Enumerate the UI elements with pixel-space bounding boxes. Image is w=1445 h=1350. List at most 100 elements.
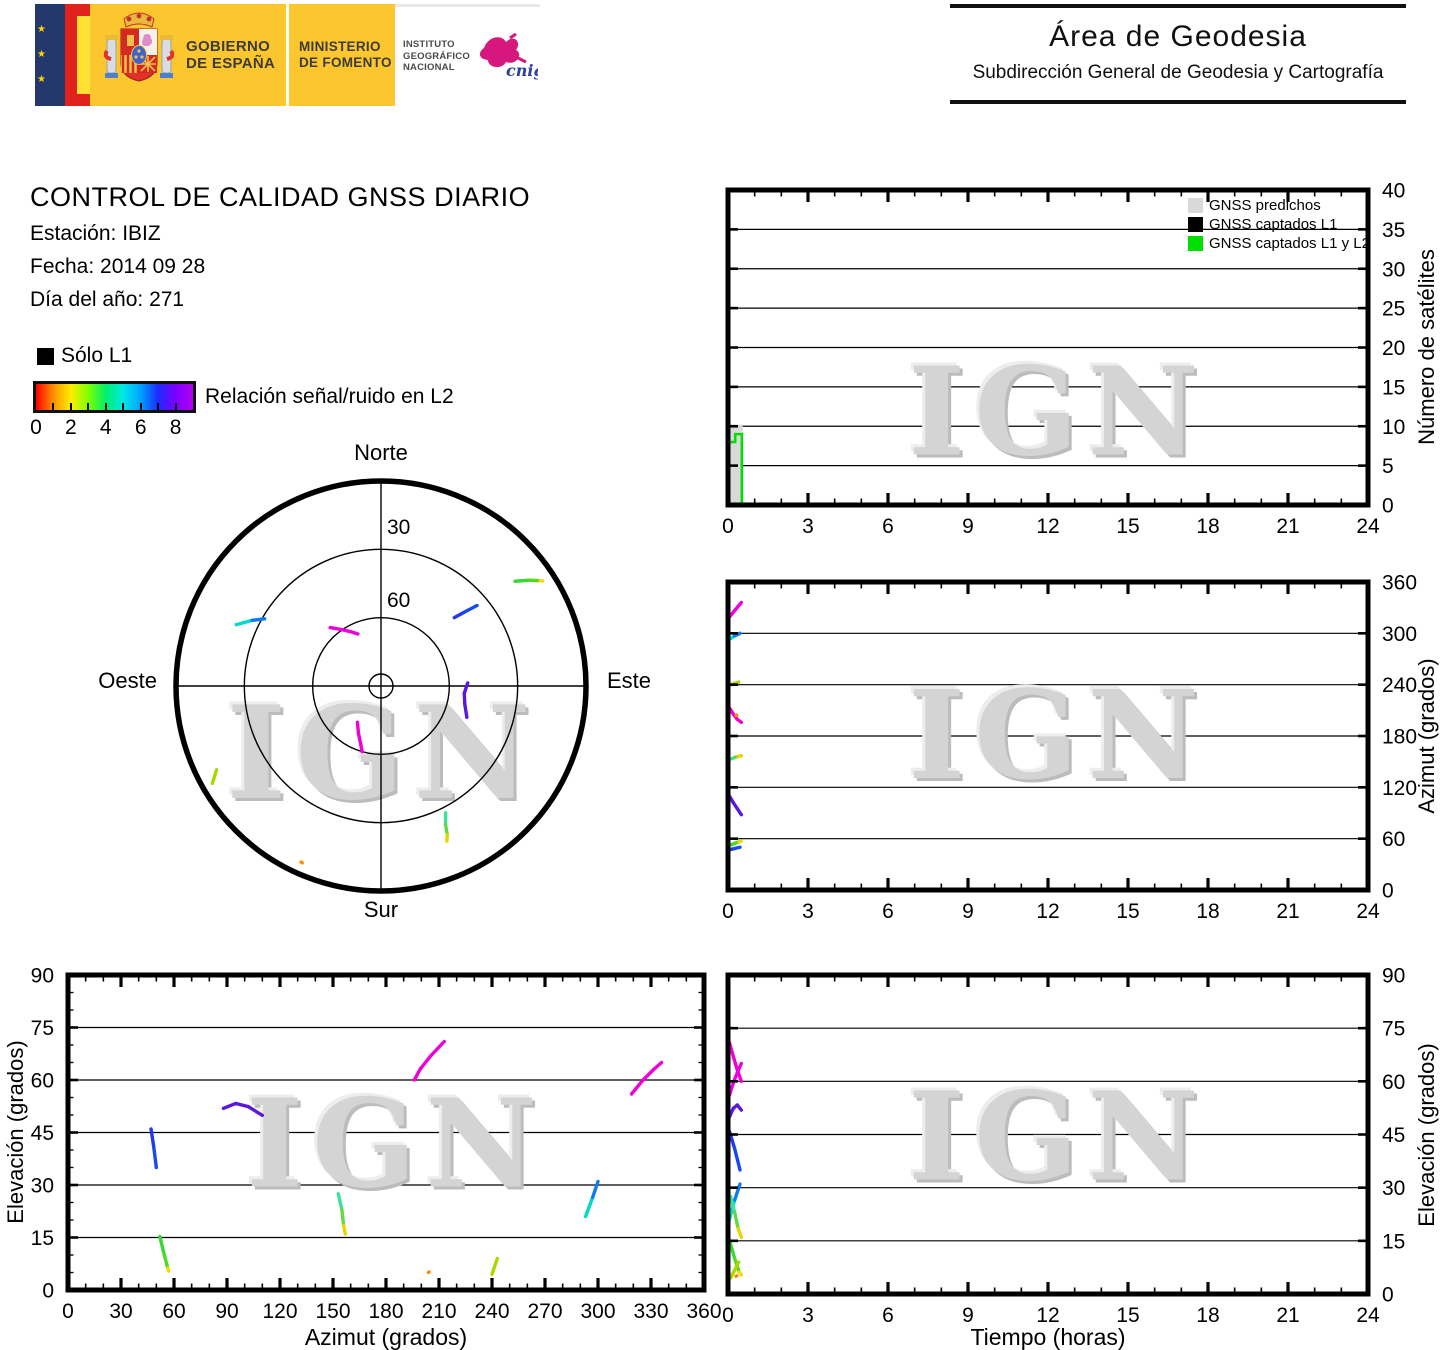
station-line: Estación: IBIZ — [30, 222, 161, 246]
ign-watermark: IGN — [908, 1065, 1208, 1209]
date-line: Fecha: 2014 09 28 — [30, 255, 205, 279]
x-tick-label: 15 — [1116, 1304, 1139, 1327]
colorbar-tick — [87, 403, 89, 410]
y-tick-label: 300 — [1382, 623, 1417, 646]
sat-magenta-nw — [643, 1070, 654, 1081]
sat-magenta-nw — [738, 1064, 741, 1071]
x-tick-label: 12 — [1036, 900, 1059, 923]
x-tick-label: 9 — [962, 515, 974, 538]
x-tick-label: 6 — [882, 1304, 894, 1327]
colorbar-tick — [175, 403, 177, 410]
y-tick-label: 15 — [1382, 376, 1405, 399]
sat-magenta-nw — [738, 603, 741, 607]
spain-flag-red-stripe — [65, 4, 77, 106]
ign-watermark: IGN — [908, 663, 1208, 807]
sat-cyan-west — [593, 1182, 598, 1198]
x-tick-label: 9 — [962, 900, 974, 923]
x-tick-label: 90 — [215, 1300, 238, 1323]
sat-magenta-nw — [352, 632, 358, 634]
sat-green-ne-low — [739, 1272, 741, 1275]
x-tick-label: 15 — [1116, 900, 1139, 923]
x-tick-label: 30 — [109, 1300, 132, 1323]
sat-violet-east — [737, 1105, 741, 1110]
sat-green-south — [735, 1212, 738, 1228]
x-tick-label: 240 — [474, 1300, 509, 1323]
y-tick-label: 45 — [31, 1122, 54, 1145]
sat-blue-ne — [735, 847, 740, 848]
star-icon: ★ — [37, 25, 46, 35]
x-tick-label: 21 — [1276, 1304, 1299, 1327]
sat-blue-ne — [465, 605, 477, 612]
sat-magenta-sw — [420, 1056, 431, 1069]
y-tick-label: 90 — [1382, 965, 1405, 988]
colorbar-tick-label: 4 — [100, 416, 112, 440]
sat-orange-point — [736, 1276, 737, 1277]
x-tick-label: 18 — [1196, 1304, 1219, 1327]
y-tick-label: 0 — [1382, 880, 1394, 903]
x-tick-label: 3 — [802, 1304, 814, 1327]
x-tick-label: 9 — [962, 1304, 974, 1327]
sat-magenta-sw — [361, 744, 363, 752]
sat-blue-ne — [151, 1129, 154, 1147]
y-tick-label: 60 — [31, 1070, 54, 1093]
sat-green-ne-low — [168, 1268, 169, 1271]
sat-yellowgreen-sw — [492, 1259, 497, 1275]
sat-yellowgreen-sw — [212, 770, 216, 784]
y-tick-label: 75 — [1382, 1018, 1405, 1041]
sat-cyan-west — [252, 619, 264, 621]
cnig-logo-icon: cnig — [476, 32, 538, 82]
x-tick-label: 18 — [1196, 515, 1219, 538]
sat-violet-east — [737, 809, 741, 815]
y-tick-label: 30 — [1382, 1177, 1405, 1200]
ign-watermark: IGN — [908, 340, 1208, 484]
chart-az-vs-time: IGNIGNIGN0369121518212406012018024030036… — [658, 550, 1445, 938]
x-tick-label: 12 — [1036, 515, 1059, 538]
x-tick-label: 24 — [1356, 515, 1380, 538]
snr-colorbar-title: Relación señal/ruido en L2 — [205, 385, 454, 409]
instituto-block: INSTITUTO GEOGRÁFICO NACIONAL cnig — [395, 4, 540, 106]
snr-colorbar-gradient — [33, 381, 196, 413]
y-tick-label: 20 — [1382, 337, 1405, 360]
x-tick-label: 3 — [802, 515, 814, 538]
y-tick-label: 45 — [1382, 1124, 1405, 1147]
sat-violet-east — [465, 704, 467, 717]
y-tick-label: 75 — [31, 1017, 54, 1040]
eu-flag-strip: ★ ★ ★ — [35, 4, 65, 106]
y-tick-label: 15 — [31, 1227, 54, 1250]
sat-cyan-west — [586, 1197, 593, 1216]
x-tick-label: 12 — [1036, 1304, 1059, 1327]
solo-l1-swatch — [37, 348, 54, 365]
chart-el-vs-time: IGNIGNIGN036912151821240153045607590 — [658, 943, 1445, 1342]
y-tick-label: 180 — [1382, 726, 1417, 749]
sat-green-ne-low — [515, 580, 529, 581]
sat-orange-point — [301, 862, 302, 863]
sat-blue-ne — [454, 612, 464, 618]
x-tick-label: 120 — [262, 1300, 297, 1323]
sat-green-south — [344, 1225, 346, 1234]
chart-sats-vs-time: IGNIGNIGN036912151821240510152025303540 — [658, 158, 1445, 553]
y-tick-label: 60 — [1382, 828, 1405, 851]
x-tick-label: 210 — [421, 1300, 456, 1323]
sat-green-ne-low — [160, 1236, 164, 1255]
sat-green-south — [738, 1228, 741, 1237]
y-tick-label: 30 — [1382, 258, 1405, 281]
gobierno-label-line2: DE ESPAÑA — [186, 55, 275, 72]
instituto-label-line1: INSTITUTO — [403, 39, 470, 51]
x-tick-label: 3 — [802, 900, 814, 923]
x-tick-label: 0 — [62, 1300, 74, 1323]
colorbar-tick — [157, 403, 159, 410]
sat-orange-point — [428, 1272, 429, 1273]
sat-green-south — [342, 1210, 344, 1226]
x-tick-label: 24 — [1356, 1304, 1380, 1327]
star-icon: ★ — [37, 50, 46, 60]
x-tick-label: 0 — [722, 1304, 734, 1327]
solo-l1-label: Sólo L1 — [61, 344, 132, 368]
y-tick-label: 120 — [1382, 777, 1417, 800]
sat-magenta-nw — [734, 1071, 738, 1082]
sat-magenta-nw — [330, 628, 342, 630]
y-tick-label: 30 — [31, 1175, 54, 1198]
y-tick-label: 0 — [1382, 1284, 1394, 1307]
y-tick-label: 25 — [1382, 298, 1405, 321]
y-tick-label: 360 — [1382, 572, 1417, 595]
ministerio-block: MINISTERIO DE FOMENTO — [289, 4, 395, 106]
